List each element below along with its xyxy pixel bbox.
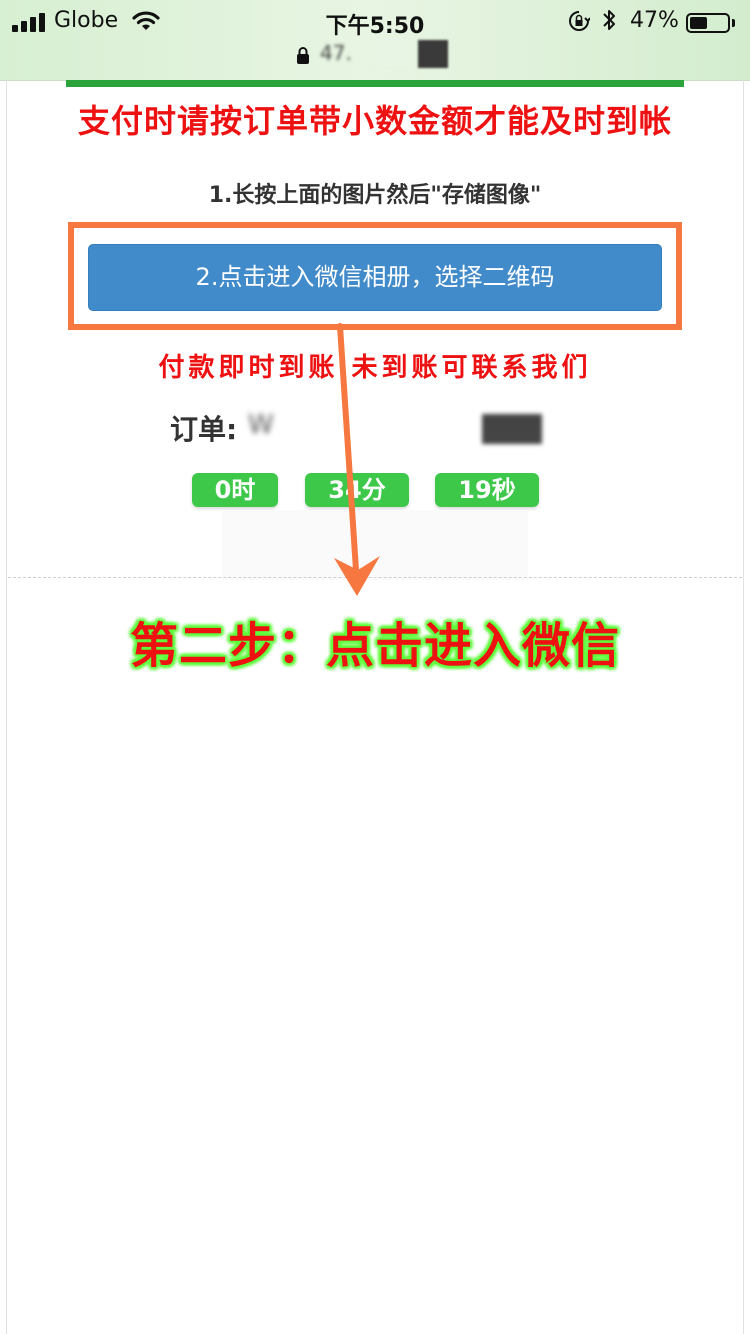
countdown-hours: 0时	[192, 473, 278, 507]
page-border-left	[6, 80, 7, 1334]
countdown-seconds: 19秒	[435, 473, 539, 507]
page-border-right	[743, 80, 744, 1334]
order-number-value: W	[248, 410, 277, 440]
redaction-mask	[418, 40, 448, 68]
step-one-instruction: 1.长按上面的图片然后"存储图像"	[208, 183, 542, 208]
orientation-lock-icon	[569, 11, 590, 31]
bluetooth-icon	[603, 10, 615, 30]
header-green-bar	[66, 80, 684, 87]
open-wechat-album-button[interactable]: 2.点击进入微信相册，选择二维码	[88, 244, 662, 311]
redaction-mask	[372, 40, 412, 68]
payment-warning-headline: 支付时请按订单带小数金额才能及时到帐	[77, 102, 672, 140]
pointer-arrow-icon	[334, 323, 380, 596]
address-bar[interactable]: 47.	[0, 38, 750, 72]
url-text: 47.	[320, 41, 352, 65]
status-bar: Globe 下午5:50 47%	[0, 6, 750, 39]
battery-icon	[686, 13, 730, 33]
battery-fill	[690, 17, 707, 29]
battery-percentage: 47%	[630, 8, 679, 33]
redaction-mask	[482, 414, 542, 444]
step-two-overlay-instruction: 第二步：点击进入微信	[129, 618, 620, 674]
padlock-icon	[297, 47, 309, 64]
order-label: 订单:	[170, 413, 238, 446]
browser-header: Globe 下午5:50 47% 47.	[0, 0, 750, 81]
payment-page: Globe 下午5:50 47% 47. 支付时请按订单带小数金额才能及时到帐 …	[0, 0, 750, 1334]
battery-terminal	[732, 19, 735, 27]
